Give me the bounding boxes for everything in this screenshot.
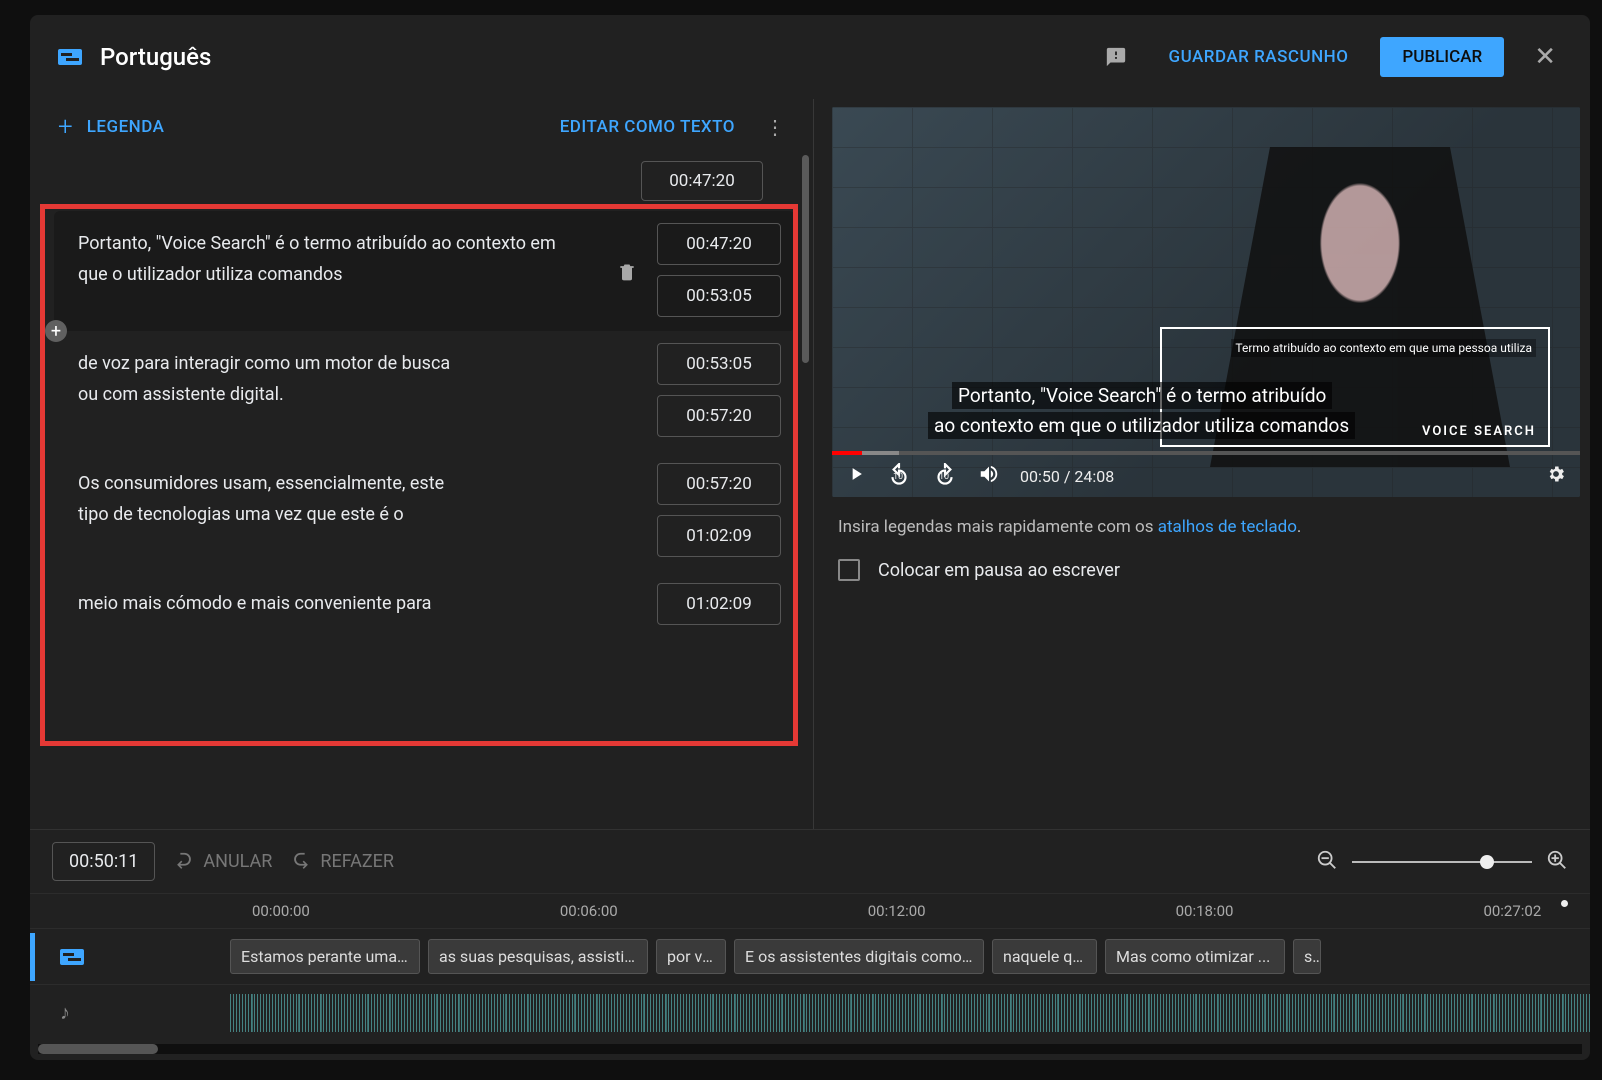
tick: 00:12:00 [868, 902, 926, 920]
music-note-icon: ♪ [60, 1000, 70, 1025]
timeline-segment[interactable]: por vo... [656, 939, 726, 974]
add-caption-button[interactable]: LEGENDA [83, 109, 179, 145]
zoom-out-icon[interactable] [1316, 849, 1338, 875]
shortcuts-hint: Insira legendas mais rapidamente com os … [832, 497, 1590, 551]
timeline-segment[interactable]: Estamos perante uma ... [230, 939, 420, 974]
publish-button[interactable]: PUBLICAR [1380, 37, 1504, 77]
captions-list: 00:47:20 Portanto, "Voice Search" é o te… [30, 155, 813, 829]
captions-track-icon [60, 949, 84, 965]
timeline-toolbar: 00:50:11 ANULAR REFAZER [30, 829, 1590, 893]
tick: 00:18:00 [1176, 902, 1234, 920]
captions-icon [58, 49, 82, 65]
timeline-segment[interactable]: E os assistentes digitais como ... [734, 939, 984, 974]
audio-track: ♪ [30, 984, 1590, 1040]
video-overlay-text: Termo atribuído ao contexto em que uma p… [1231, 339, 1536, 357]
timeline-segment[interactable]: naquele qu... [992, 939, 1097, 974]
pause-while-typing: Colocar em pausa ao escrever [832, 551, 1590, 589]
save-draft-button[interactable]: GUARDAR RASCUNHO [1154, 39, 1362, 75]
timeline-end-marker [1561, 900, 1568, 907]
redo-button[interactable]: REFAZER [290, 851, 394, 873]
captions-panel: + LEGENDA EDITAR COMO TEXTO ⋮ 00:47:20 P… [30, 99, 814, 829]
tick: 00:00:00 [252, 902, 310, 920]
delete-caption-icon[interactable] [607, 223, 647, 317]
video-preview[interactable]: Termo atribuído ao contexto em que uma p… [832, 107, 1580, 497]
captions-toolbar: + LEGENDA EDITAR COMO TEXTO ⋮ [30, 99, 813, 155]
timeline-segment[interactable]: s... [1293, 939, 1321, 974]
modal-body: + LEGENDA EDITAR COMO TEXTO ⋮ 00:47:20 P… [30, 99, 1590, 829]
zoom-in-icon[interactable] [1546, 849, 1568, 875]
close-icon[interactable]: ✕ [1522, 42, 1562, 72]
pause-label: Colocar em pausa ao escrever [878, 560, 1120, 581]
play-icon[interactable] [846, 464, 866, 489]
language-title: Português [100, 43, 1078, 71]
caption-rows: Portanto, "Voice Search" é o termo atrib… [30, 211, 813, 829]
caption-start-time[interactable]: 00:57:20 [657, 463, 781, 505]
caption-end-time[interactable]: 01:02:09 [657, 515, 781, 557]
modal-header: Português GUARDAR RASCUNHO PUBLICAR ✕ [30, 15, 1590, 99]
more-options-icon[interactable]: ⋮ [759, 115, 791, 139]
shortcuts-link[interactable]: atalhos de teclado [1158, 517, 1297, 537]
caption-start-time[interactable]: 00:53:05 [657, 343, 781, 385]
timeline: 00:00:00 00:06:00 00:12:00 00:18:00 00:2… [30, 893, 1590, 1040]
feedback-icon[interactable] [1096, 37, 1136, 77]
subtitle-editor-modal: Português GUARDAR RASCUNHO PUBLICAR ✕ + … [30, 15, 1590, 1060]
caption-start-time[interactable]: 00:47:20 [657, 223, 781, 265]
undo-button[interactable]: ANULAR [173, 851, 272, 873]
forward-10-icon[interactable]: 10 [932, 463, 958, 489]
rewind-10-icon[interactable]: 10 [886, 463, 912, 489]
add-caption-below-icon[interactable]: + [45, 320, 67, 342]
edit-as-text-button[interactable]: EDITAR COMO TEXTO [546, 109, 749, 145]
horizontal-scrollbar[interactable] [38, 1044, 1582, 1054]
playhead-time[interactable]: 00:50:11 [52, 842, 155, 881]
caption-segments[interactable]: Estamos perante uma ...as suas pesquisas… [230, 939, 1590, 974]
video-overlay-brand: VOICE SEARCH [1422, 424, 1536, 439]
caption-text[interactable]: Os consumidores usam, essencialmente, es… [60, 463, 597, 557]
timeline-ruler[interactable]: 00:00:00 00:06:00 00:12:00 00:18:00 00:2… [30, 894, 1590, 928]
video-caption-line1: Portanto, "Voice Search" é o termo atrib… [952, 382, 1332, 409]
preview-panel: Termo atribuído ao contexto em que uma p… [814, 99, 1590, 829]
caption-row[interactable]: de voz para interagir como um motor de b… [54, 331, 795, 451]
zoom-controls [1316, 849, 1568, 875]
settings-icon[interactable] [1546, 464, 1566, 489]
tick: 00:27:02 [1483, 902, 1541, 920]
caption-text[interactable]: Portanto, "Voice Search" é o termo atrib… [60, 223, 597, 317]
caption-row[interactable]: meio mais cómodo e mais conveniente para… [54, 571, 795, 639]
video-caption-line2: ao contexto em que o utilizador utiliza … [928, 412, 1355, 439]
zoom-slider[interactable] [1352, 861, 1532, 863]
caption-text[interactable]: meio mais cómodo e mais conveniente para [60, 583, 597, 625]
pause-checkbox[interactable] [838, 559, 860, 581]
caption-end-time[interactable]: 00:57:20 [657, 395, 781, 437]
audio-waveform[interactable] [230, 994, 1590, 1032]
previous-end-time[interactable]: 00:47:20 [641, 161, 763, 201]
caption-end-time[interactable]: 00:53:05 [657, 275, 781, 317]
video-controls: 10 10 00:50 / 24:08 [832, 455, 1580, 497]
timeline-segment[interactable]: Mas como otimizar ... [1105, 939, 1285, 974]
caption-start-time[interactable]: 01:02:09 [657, 583, 781, 625]
caption-text[interactable]: de voz para interagir como um motor de b… [60, 343, 597, 437]
captions-track: Estamos perante uma ...as suas pesquisas… [30, 928, 1590, 984]
caption-row[interactable]: Os consumidores usam, essencialmente, es… [54, 451, 795, 571]
volume-icon[interactable] [978, 463, 1000, 490]
tick: 00:06:00 [560, 902, 618, 920]
plus-icon: + [58, 112, 73, 142]
caption-row[interactable]: Portanto, "Voice Search" é o termo atrib… [54, 211, 795, 331]
timeline-segment[interactable]: as suas pesquisas, assistin... [428, 939, 648, 974]
video-timecode: 00:50 / 24:08 [1020, 467, 1114, 486]
